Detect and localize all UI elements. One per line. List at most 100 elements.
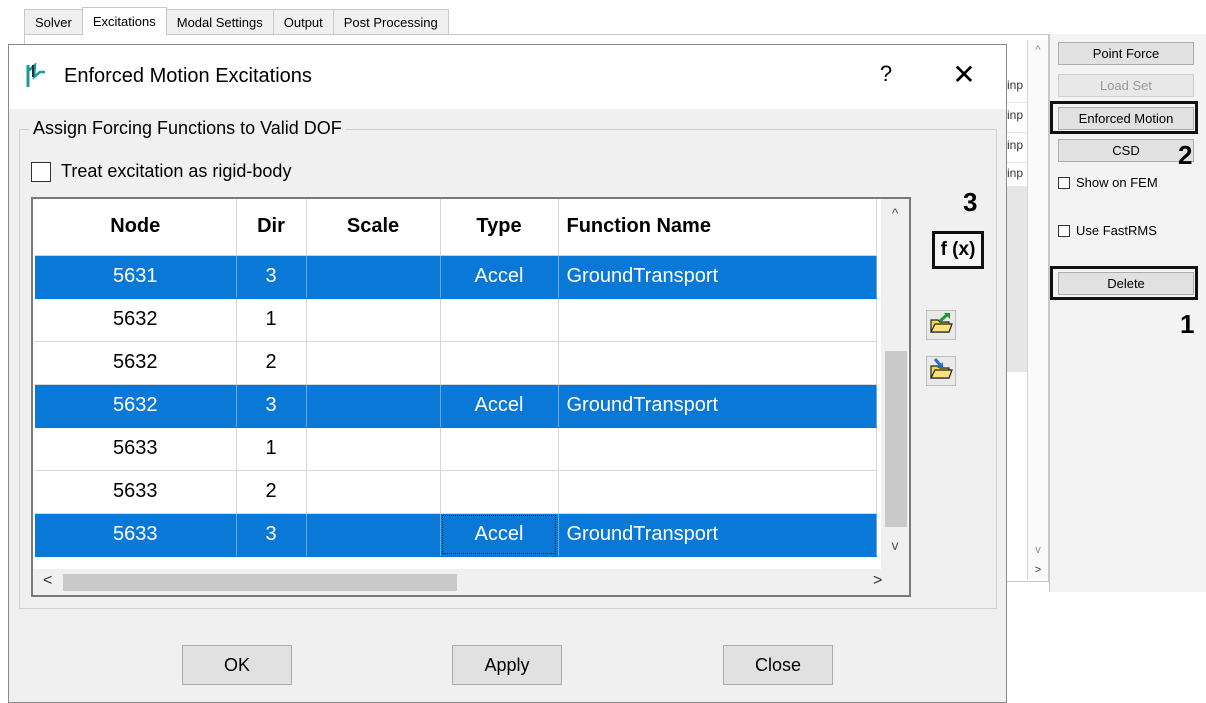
table-row[interactable]: 5633 2	[35, 470, 877, 514]
table-row[interactable]: 5632 1	[35, 298, 877, 342]
export-folder-button[interactable]	[926, 356, 956, 386]
cell-scale[interactable]	[306, 384, 441, 428]
close-button[interactable]: Close	[723, 645, 833, 685]
cell-scale[interactable]	[306, 255, 441, 299]
annotation-1: 1	[1180, 309, 1195, 339]
enforced-motion-dialog: Enforced Motion Excitations ? ✕ Assign F…	[8, 44, 1007, 703]
table-row[interactable]: 5632 3 Accel GroundTransport	[35, 384, 877, 428]
cell-node[interactable]: 5633	[35, 513, 237, 557]
rigid-body-label: Treat excitation as rigid-body	[61, 161, 292, 181]
table-vertical-scrollbar[interactable]: ^ v	[881, 199, 909, 569]
cell-type[interactable]: Accel	[440, 384, 559, 428]
close-icon[interactable]: ✕	[949, 58, 979, 91]
csd-button[interactable]: CSD	[1058, 139, 1194, 162]
cell-node[interactable]: 5633	[35, 427, 237, 471]
tab-post-processing[interactable]: Post Processing	[332, 9, 449, 35]
background-vertical-scrollbar[interactable]: ^ v >	[1027, 40, 1048, 580]
background-row-fragment: inp	[1007, 108, 1027, 133]
cell-scale[interactable]	[306, 341, 441, 385]
scroll-down-icon[interactable]: v	[1028, 544, 1048, 556]
checkbox-icon[interactable]	[1058, 224, 1070, 237]
scroll-down-icon[interactable]: v	[881, 537, 909, 553]
cell-node[interactable]: 5632	[35, 341, 237, 385]
scrollbar-thumb[interactable]	[63, 574, 457, 591]
scroll-left-icon[interactable]: <	[43, 572, 52, 590]
main-tab-strip: Solver Excitations Modal Settings Output…	[24, 7, 449, 35]
apply-button[interactable]: Apply	[452, 645, 562, 685]
cell-type[interactable]: Accel	[440, 255, 559, 299]
cell-node[interactable]: 5632	[35, 384, 237, 428]
show-on-fem-checkbox[interactable]: Show on FEM	[1058, 175, 1158, 190]
column-header-dir[interactable]: Dir	[236, 199, 307, 256]
cell-scale[interactable]	[306, 513, 441, 557]
dialog-titlebar: Enforced Motion Excitations ? ✕	[9, 45, 1006, 109]
column-header-scale[interactable]: Scale	[306, 199, 441, 256]
use-fastrms-label: Use FastRMS	[1076, 223, 1157, 238]
cell-type[interactable]	[440, 427, 559, 471]
annotation-3: 3	[963, 187, 978, 217]
column-header-type[interactable]: Type	[440, 199, 559, 256]
highlight-box-enforced-motion	[1050, 101, 1198, 134]
cell-dir[interactable]: 2	[236, 470, 307, 514]
cell-dir[interactable]: 1	[236, 298, 307, 342]
table-row[interactable]: 5633 1	[35, 427, 877, 471]
cell-type[interactable]	[440, 470, 559, 514]
column-header-node[interactable]: Node	[35, 199, 237, 256]
checkbox-icon[interactable]	[31, 161, 51, 182]
cell-function[interactable]: GroundTransport	[558, 513, 877, 557]
function-fx-button[interactable]: f (x)	[932, 231, 984, 269]
cell-function[interactable]	[558, 298, 877, 342]
table-horizontal-scrollbar[interactable]: < >	[33, 569, 909, 595]
cell-node[interactable]: 5633	[35, 470, 237, 514]
scrollbar-thumb[interactable]	[885, 351, 907, 527]
scroll-up-icon[interactable]: ^	[881, 205, 909, 221]
table-row[interactable]: 5633 3 Accel GroundTransport	[35, 513, 877, 557]
cell-type[interactable]: Accel	[440, 513, 559, 557]
cell-function[interactable]	[558, 341, 877, 385]
scroll-up-icon[interactable]: ^	[1028, 44, 1048, 56]
tab-excitations[interactable]: Excitations	[81, 7, 167, 35]
app-waveform-icon	[25, 62, 47, 94]
point-force-button[interactable]: Point Force	[1058, 42, 1194, 65]
cell-scale[interactable]	[306, 298, 441, 342]
scroll-right-icon[interactable]: >	[873, 572, 882, 590]
show-on-fem-label: Show on FEM	[1076, 175, 1158, 190]
tab-output[interactable]: Output	[272, 9, 334, 35]
cell-dir[interactable]: 3	[236, 513, 307, 557]
cell-type[interactable]	[440, 341, 559, 385]
cell-function[interactable]	[558, 470, 877, 514]
dialog-title: Enforced Motion Excitations	[64, 65, 312, 87]
cell-function[interactable]: GroundTransport	[558, 384, 877, 428]
cell-function[interactable]	[558, 427, 877, 471]
tab-modal-settings[interactable]: Modal Settings	[165, 9, 274, 35]
group-title: Assign Forcing Functions to Valid DOF	[29, 118, 346, 139]
background-row-fragment: inp	[1007, 138, 1027, 163]
folder-open-blue-arrow-icon	[929, 357, 953, 385]
cell-dir[interactable]: 3	[236, 384, 307, 428]
background-list-column	[1007, 186, 1027, 372]
cell-dir[interactable]: 2	[236, 341, 307, 385]
table-row[interactable]: 5632 2	[35, 341, 877, 385]
table-row[interactable]: 5631 3 Accel GroundTransport	[35, 255, 877, 299]
ok-button[interactable]: OK	[182, 645, 292, 685]
scroll-right-icon[interactable]: >	[1028, 564, 1048, 576]
cell-scale[interactable]	[306, 427, 441, 471]
cell-type[interactable]	[440, 298, 559, 342]
background-row-fragment: inp	[1007, 78, 1027, 103]
cell-node[interactable]: 5632	[35, 298, 237, 342]
cell-node[interactable]: 5631	[35, 255, 237, 299]
help-button[interactable]: ?	[871, 61, 901, 87]
use-fastrms-checkbox[interactable]: Use FastRMS	[1058, 223, 1157, 238]
cell-scale[interactable]	[306, 470, 441, 514]
cell-dir[interactable]: 3	[236, 255, 307, 299]
background-row-fragment: inp	[1007, 166, 1027, 191]
rigid-body-checkbox[interactable]: Treat excitation as rigid-body	[31, 161, 291, 182]
annotation-2: 2	[1178, 140, 1193, 170]
cell-function[interactable]: GroundTransport	[558, 255, 877, 299]
column-header-function-name[interactable]: Function Name	[558, 199, 877, 256]
import-folder-button[interactable]	[926, 310, 956, 340]
tab-solver[interactable]: Solver	[24, 9, 83, 35]
table-header-row: Node Dir Scale Type Function Name	[35, 199, 877, 256]
cell-dir[interactable]: 1	[236, 427, 307, 471]
checkbox-icon[interactable]	[1058, 176, 1070, 189]
